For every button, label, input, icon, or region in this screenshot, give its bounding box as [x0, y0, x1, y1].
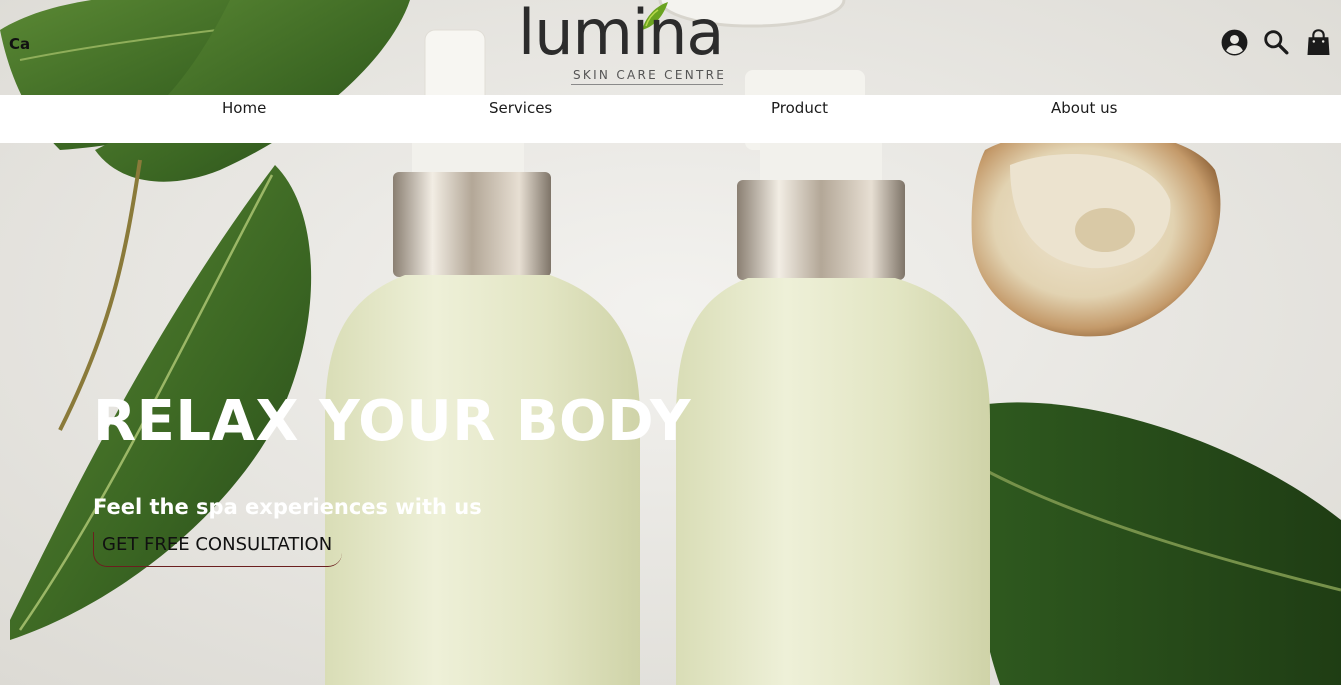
free-consultation-button[interactable]: GET FREE CONSULTATION [93, 532, 342, 567]
logo-wordmark: lumina [518, 0, 724, 69]
cart-button[interactable] [1304, 28, 1332, 56]
main-nav: Home Services Product About us [0, 95, 1341, 143]
search-icon [1264, 30, 1289, 55]
nav-item-about-us[interactable]: About us [1051, 99, 1117, 117]
shopping-bag-icon [1306, 28, 1330, 55]
site-header: Ca lumina SKIN CARE CENTRE [0, 0, 1341, 95]
hero-title: RELAX YOUR BODY [93, 389, 692, 454]
nav-item-product[interactable]: Product [771, 99, 828, 117]
nav-item-home[interactable]: Home [222, 99, 266, 117]
logo-underline [571, 84, 723, 85]
user-circle-icon [1221, 29, 1247, 55]
header-icons [1220, 28, 1332, 56]
nav-item-services[interactable]: Services [489, 99, 552, 117]
lumina-logo[interactable]: lumina SKIN CARE CENTRE [516, 0, 731, 90]
hero-subtitle: Feel the spa experiences with us [93, 495, 482, 519]
language-selector[interactable]: Ca [9, 35, 30, 53]
search-button[interactable] [1262, 28, 1290, 56]
account-button[interactable] [1220, 28, 1248, 56]
logo-tagline: SKIN CARE CENTRE [573, 68, 727, 82]
